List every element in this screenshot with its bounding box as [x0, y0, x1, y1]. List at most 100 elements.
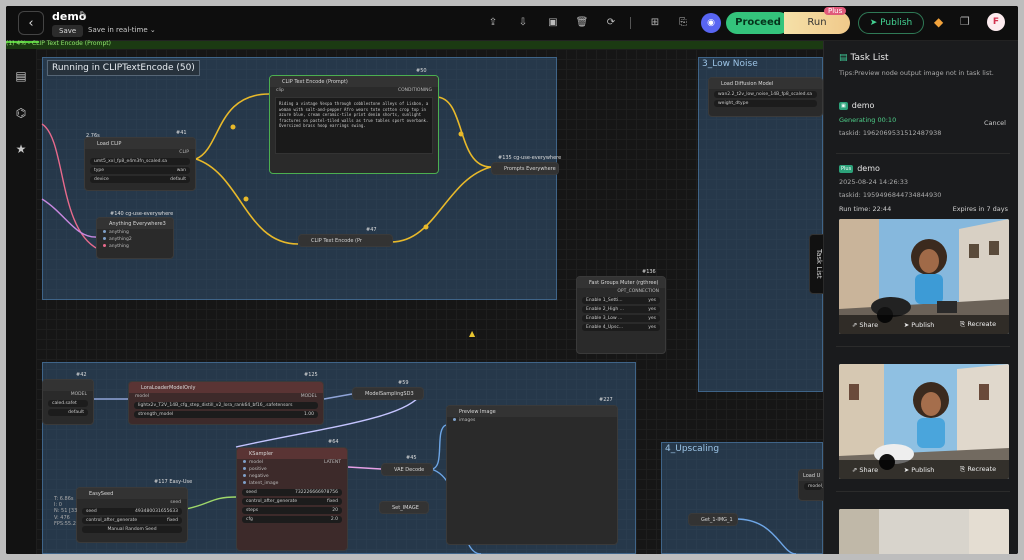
publish-result-button[interactable]: ➤ Publish	[904, 321, 935, 329]
trash-icon[interactable]: 🗑	[575, 16, 589, 30]
node-ksampler[interactable]: KSampler model LATENT positive negative l…	[236, 447, 348, 551]
widget-row[interactable]: control_after_generate fixed	[242, 498, 342, 505]
node-prompts-everywhere[interactable]: Prompts Everywhere	[491, 162, 559, 175]
node-easyseed[interactable]: EasySeed seed seed 493480031655633 contro…	[76, 487, 188, 543]
widget-row[interactable]: device default	[90, 176, 190, 183]
result-thumbnail[interactable]: ⇗ Share ➤ Publish ⎘ Recreate	[839, 364, 1009, 479]
port-in[interactable]: clip	[276, 88, 284, 93]
toggle-row[interactable]: Enable 2_High ... yes	[582, 306, 660, 313]
task-id: taskid: 1962069531512487938	[839, 129, 942, 137]
random-seed-button[interactable]: Manual Random Seed	[82, 526, 182, 533]
node-port[interactable]: anything	[97, 229, 173, 236]
widget-row[interactable]: weight_dtype	[714, 100, 817, 107]
toggle-row[interactable]: Enable 1_Setti... yes	[582, 297, 660, 304]
result-actions: ⇗ Share ➤ Publish ⎘ Recreate	[839, 460, 1009, 479]
node-load-upscale[interactable]: Load U model_	[798, 469, 823, 501]
reroute-dot[interactable]	[230, 124, 236, 130]
widget-row[interactable]: default	[48, 409, 88, 416]
node-port[interactable]: model LATENT	[237, 459, 347, 466]
node-fast-groups-muter[interactable]: Fast Groups Muter (rgthree) OPT_CONNECTI…	[576, 276, 666, 354]
port-out[interactable]: MODEL	[301, 394, 317, 399]
star-icon[interactable]: ★	[14, 142, 28, 156]
port-out[interactable]: OPT_CONNECTION	[617, 289, 659, 294]
node-preview-image[interactable]: Preview Image images	[446, 405, 618, 545]
result-thumbnail[interactable]	[839, 509, 1009, 554]
port-out[interactable]: CLIP	[179, 150, 189, 155]
recreate-result-button[interactable]: ⎘ Recreate	[960, 465, 996, 474]
widget-row[interactable]: cfg 2.0	[242, 516, 342, 523]
discord-icon[interactable]: ◉	[701, 13, 721, 33]
upload-icon[interactable]: ⇪	[486, 16, 500, 30]
widget-row[interactable]: type wan	[90, 167, 190, 174]
node-load-clip[interactable]: Load CLIP CLIP umt5_xxl_fp8_e4m3fn_scale…	[84, 137, 196, 191]
node-port[interactable]: negative	[237, 473, 347, 480]
node-get-img[interactable]: Get_1-IMG_1	[688, 513, 738, 526]
toggle-row[interactable]: Enable 3_Low ... yes	[582, 315, 660, 322]
image-icon[interactable]: ▣	[546, 16, 560, 30]
pencil-icon[interactable]: ✎	[79, 10, 87, 21]
node-vae-decode[interactable]: VAE Decode	[381, 463, 433, 476]
task-completed[interactable]: Plus demo 2025-08-24 14:26:33 taskid: 195…	[839, 164, 1008, 213]
prompt-textarea[interactable]: Riding a vintage Vespa through cobblesto…	[275, 97, 433, 154]
avatar[interactable]: F	[987, 13, 1005, 31]
node-model-sampling[interactable]: ModelSamplingSD3	[352, 387, 424, 400]
share-result-button[interactable]: ⇗ Share	[852, 466, 878, 474]
result-thumbnail[interactable]: ⇗ Share ➤ Publish ⎘ Recreate	[839, 219, 1009, 334]
node-left-model[interactable]: MODEL caled.safet default	[42, 379, 94, 425]
save-button[interactable]: Save	[52, 25, 84, 37]
widget-row[interactable]: seed 732226666978756	[242, 489, 342, 496]
node-port[interactable]: images	[447, 417, 617, 424]
port-out[interactable]: seed	[170, 500, 181, 505]
widget-row[interactable]: model_	[804, 483, 823, 490]
refresh-icon[interactable]: ⟳	[604, 16, 618, 30]
widget-row[interactable]: seed 493480031655633	[82, 508, 182, 515]
proceed-button[interactable]: Proceed	[726, 12, 790, 34]
widget-row[interactable]: umt5_xxl_fp8_e4m3fn_scaled.sa	[90, 158, 190, 165]
toolbar-divider	[630, 17, 631, 29]
node-port[interactable]: latent_image	[237, 480, 347, 487]
run-button[interactable]: Run	[784, 12, 850, 34]
node-clip-text-encode-bottom[interactable]: CLIP Text Encode (Pr	[298, 234, 393, 247]
port-out[interactable]: CONDITIONING	[398, 88, 432, 93]
send-icon: ➤	[869, 18, 878, 28]
share-result-button[interactable]: ⇗ Share	[852, 321, 878, 329]
reroute-dot[interactable]	[423, 224, 429, 230]
widget-row[interactable]: control_after_generate fixed	[82, 517, 182, 524]
publish-result-button[interactable]: ➤ Publish	[904, 466, 935, 474]
node-load-diffusion[interactable]: Load Diffusion Model wan2.2_t2v_low_nois…	[708, 77, 823, 117]
node-port[interactable]: positive	[237, 466, 347, 473]
widget-row[interactable]: caled.safet	[48, 400, 88, 407]
reroute-dot[interactable]	[243, 196, 249, 202]
widget-row[interactable]: lightx2v_T2V_14B_cfg_step_distill_v2_lor…	[134, 402, 318, 409]
download-icon[interactable]: ⇩	[516, 16, 530, 30]
widget-row[interactable]: strength_model 1.00	[134, 411, 318, 418]
grid-icon[interactable]: ⊞	[648, 16, 662, 30]
copy-icon[interactable]: ❐	[960, 15, 970, 28]
save-realtime-dropdown[interactable]: Save in real-time ⌄	[88, 26, 156, 34]
node-port[interactable]: anything	[97, 243, 173, 250]
task-current[interactable]: ▣ demo Generating 00:10 Cancel taskid: 19…	[839, 101, 1008, 137]
wire-cond-bottom	[390, 166, 492, 243]
toggle-row[interactable]: Enable 4_Upsc... yes	[582, 324, 660, 331]
cancel-task-button[interactable]: Cancel	[984, 119, 1006, 127]
port-in[interactable]: model	[135, 394, 149, 399]
widget-row[interactable]: wan2.2_t2v_low_noise_14B_fp8_scaled.sa	[714, 91, 817, 98]
share-icon[interactable]: ⎘	[676, 16, 690, 30]
node-tree-icon[interactable]: ⌬	[14, 106, 28, 120]
node-lora-loader[interactable]: LoraLoaderModelOnly model MODEL lightx2v_…	[128, 381, 324, 425]
back-button[interactable]: ‹	[18, 11, 44, 35]
gem-icon[interactable]: ◆	[934, 15, 943, 29]
node-anything-everywhere[interactable]: Anything Everywhere3 anything anything2 …	[96, 217, 174, 259]
node-port[interactable]: anything2	[97, 236, 173, 243]
widget-row[interactable]: steps 20	[242, 507, 342, 514]
node-set-image[interactable]: Set_IMAGE	[379, 501, 429, 514]
recreate-result-button[interactable]: ⎘ Recreate	[960, 320, 996, 329]
node-canvas[interactable]: Running in CLIPTextEncode (50) 3_Low Noi…	[36, 49, 823, 554]
reroute-dot[interactable]	[458, 131, 464, 137]
publish-button[interactable]: ➤ Publish	[858, 12, 924, 34]
document-icon[interactable]: ▤	[14, 69, 28, 83]
task-list-tip: Tips:Preview node output image not in ta…	[839, 69, 994, 77]
port-out[interactable]: MODEL	[71, 392, 87, 397]
node-clip-text-encode-top[interactable]: CLIP Text Encode (Prompt) clip CONDITIONI…	[269, 75, 439, 174]
result-image	[839, 509, 1009, 554]
